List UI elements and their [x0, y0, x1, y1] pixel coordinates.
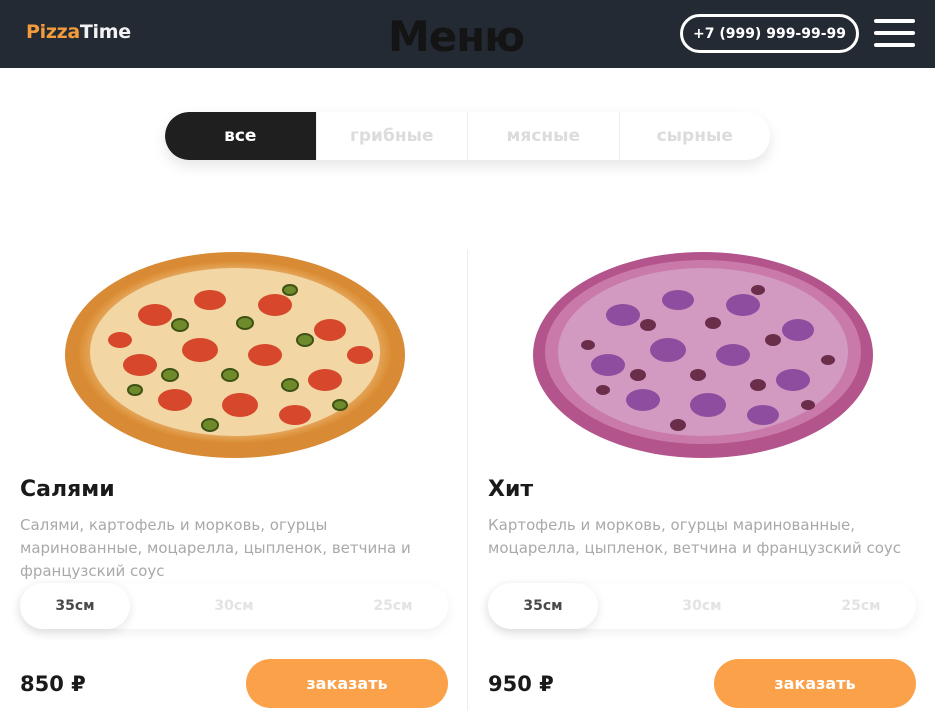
tab-meat[interactable]: мясные [467, 112, 619, 160]
size-option-35[interactable]: 35см [20, 583, 130, 629]
size-option-25[interactable]: 25см [806, 583, 916, 629]
tab-mushroom[interactable]: грибные [315, 112, 468, 160]
size-option-30[interactable]: 30см [647, 583, 757, 629]
category-filter: все грибные мясные сырные [165, 112, 770, 160]
tab-all[interactable]: все [165, 112, 316, 160]
logo[interactable]: PizzaTime [26, 21, 131, 43]
size-selector: 35см 30см 25см [20, 583, 448, 629]
phone-button[interactable]: +7 (999) 999-99-99 [680, 14, 859, 53]
tab-cheese[interactable]: сырные [618, 112, 771, 160]
product-name: Хит [488, 477, 534, 502]
pizza-image [533, 252, 873, 458]
site-header: PizzaTime Меню +7 (999) 999-99-99 [0, 0, 935, 68]
product-card-hit: Хит Картофель и морковь, огурцы маринова… [488, 235, 916, 715]
product-price: 850 ₽ [20, 672, 86, 696]
logo-part-time: Time [79, 21, 131, 43]
pizza-image [65, 252, 405, 458]
size-option-30[interactable]: 30см [179, 583, 289, 629]
card-divider [467, 250, 468, 710]
menu-line [874, 43, 915, 47]
hamburger-menu-icon[interactable] [874, 19, 915, 47]
logo-part-pizza: Pizza [26, 21, 80, 43]
size-selector: 35см 30см 25см [488, 583, 916, 629]
product-name: Салями [20, 477, 115, 502]
product-card-salami: Салями Салями, картофель и морковь, огур… [20, 235, 448, 715]
product-price: 950 ₽ [488, 672, 554, 696]
menu-line [874, 31, 915, 35]
order-button[interactable]: заказать [246, 659, 448, 708]
size-option-35[interactable]: 35см [488, 583, 598, 629]
product-description: Салями, картофель и морковь, огурцы мари… [20, 516, 411, 580]
menu-line [874, 19, 915, 23]
product-description: Картофель и морковь, огурцы маринованные… [488, 516, 902, 557]
size-option-25[interactable]: 25см [338, 583, 448, 629]
order-button[interactable]: заказать [714, 659, 916, 708]
page-title: Меню [388, 12, 525, 61]
